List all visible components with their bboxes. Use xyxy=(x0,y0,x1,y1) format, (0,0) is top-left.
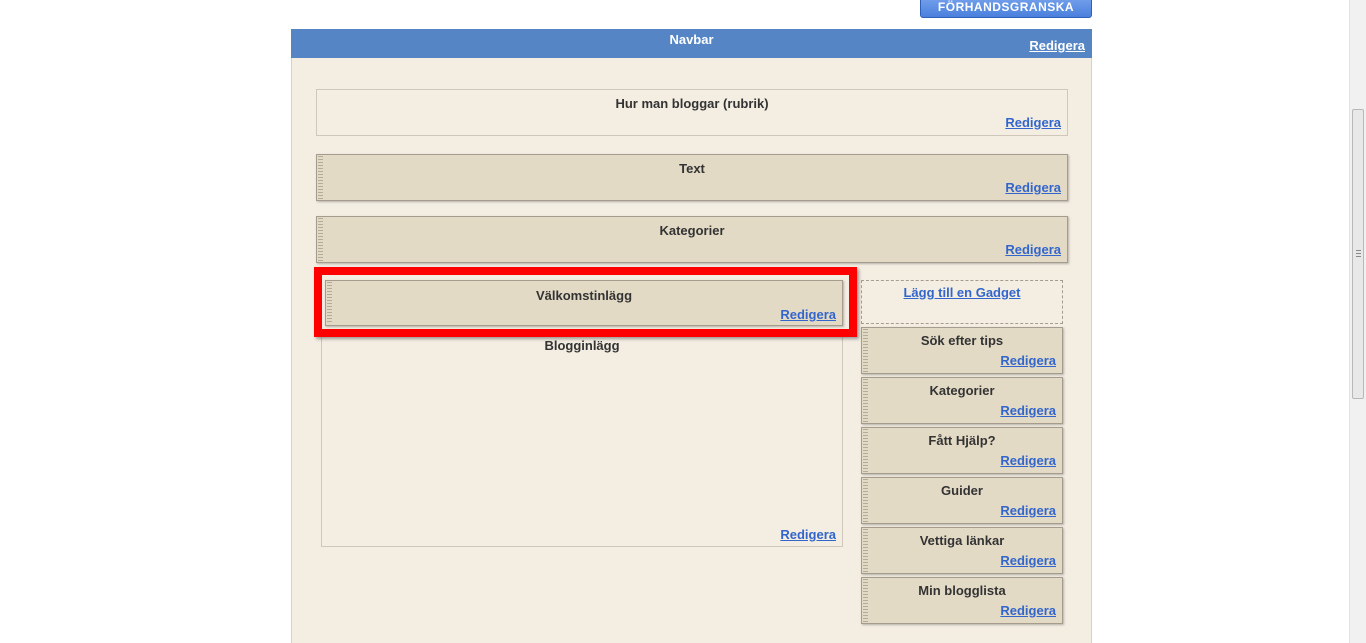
scrollbar-grip-icon xyxy=(1356,250,1361,257)
blog-posts-edit-link[interactable]: Redigera xyxy=(780,527,836,542)
header-gadget-edit-link[interactable]: Redigera xyxy=(1005,115,1061,130)
sidebar-gadget-title: Min blogglista xyxy=(918,583,1006,598)
sidebar-gadget-edit-link[interactable]: Redigera xyxy=(1000,453,1056,468)
text-gadget[interactable]: Text Redigera xyxy=(316,154,1068,201)
sidebar-gadget-edit-link[interactable]: Redigera xyxy=(1000,503,1056,518)
highlight-frame xyxy=(314,267,857,337)
add-gadget-link[interactable]: Lägg till en Gadget xyxy=(903,285,1020,300)
sidebar-gadget-title: Sök efter tips xyxy=(920,333,1004,348)
scrollbar-thumb[interactable] xyxy=(1352,109,1364,399)
navbar-edit-link[interactable]: Redigera xyxy=(1029,38,1085,53)
categories-gadget-edit-link[interactable]: Redigera xyxy=(1005,242,1061,257)
sidebar-gadget-search-tips[interactable]: Sök efter tips Redigera xyxy=(861,327,1063,374)
preview-button[interactable]: FÖRHANDSGRANSKA xyxy=(920,0,1092,18)
blog-posts-title: Blogginlägg xyxy=(544,338,620,353)
sidebar-gadget-edit-link[interactable]: Redigera xyxy=(1000,403,1056,418)
sidebar-gadget-title: Fått Hjälp? xyxy=(928,433,996,448)
sidebar-gadget-guides[interactable]: Guider Redigera xyxy=(861,477,1063,524)
sidebar-gadget-title: Guider xyxy=(941,483,983,498)
header-gadget-title: Hur man bloggar (rubrik) xyxy=(615,96,769,111)
sidebar-gadget-categories[interactable]: Kategorier Redigera xyxy=(861,377,1063,424)
categories-gadget-title: Kategorier xyxy=(659,223,725,238)
add-gadget-box[interactable]: Lägg till en Gadget xyxy=(861,280,1063,324)
sidebar-gadget-title: Vettiga länkar xyxy=(919,533,1005,548)
text-gadget-title: Text xyxy=(679,161,705,176)
sidebar-gadget-blog-list[interactable]: Min blogglista Redigera xyxy=(861,577,1063,624)
sidebar-gadget-edit-link[interactable]: Redigera xyxy=(1000,553,1056,568)
sidebar-gadget-useful-links[interactable]: Vettiga länkar Redigera xyxy=(861,527,1063,574)
sidebar-gadget-got-help[interactable]: Fått Hjälp? Redigera xyxy=(861,427,1063,474)
text-gadget-edit-link[interactable]: Redigera xyxy=(1005,180,1061,195)
navbar-title: Navbar xyxy=(669,32,714,47)
blog-posts-gadget[interactable]: Blogginlägg Redigera xyxy=(321,330,843,547)
categories-gadget[interactable]: Kategorier Redigera xyxy=(316,216,1068,263)
sidebar-gadget-title: Kategorier xyxy=(929,383,995,398)
sidebar-gadget-edit-link[interactable]: Redigera xyxy=(1000,603,1056,618)
sidebar-gadget-edit-link[interactable]: Redigera xyxy=(1000,353,1056,368)
vertical-scrollbar[interactable] xyxy=(1349,0,1366,643)
header-gadget[interactable]: Hur man bloggar (rubrik) Redigera xyxy=(316,89,1068,136)
navbar-gadget: Navbar Redigera xyxy=(291,29,1092,58)
